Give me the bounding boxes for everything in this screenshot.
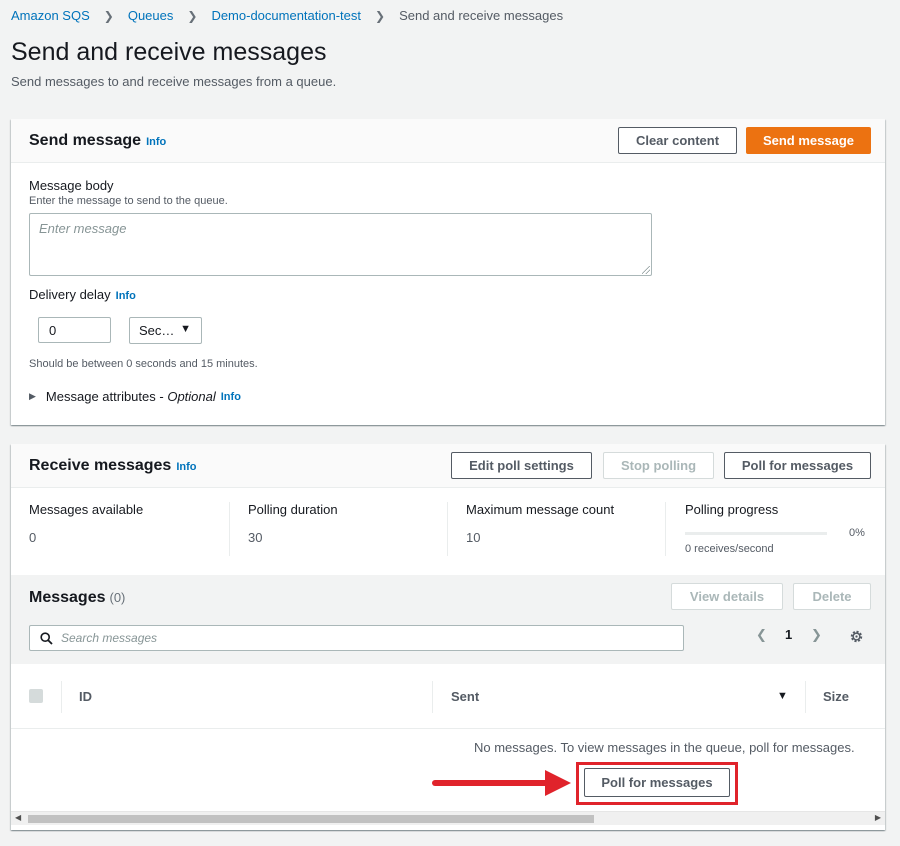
- horizontal-scrollbar[interactable]: ◀ ▶: [11, 811, 885, 825]
- settings-gear-icon[interactable]: [849, 629, 864, 644]
- breadcrumb-queues[interactable]: Queues: [128, 8, 174, 23]
- metric-value: 10: [466, 530, 481, 545]
- delivery-delay-unit-select[interactable]: Sec… ▼: [129, 317, 202, 344]
- annotation-arrow: [432, 780, 552, 786]
- delivery-delay-hint: Should be between 0 seconds and 15 minut…: [29, 358, 258, 370]
- column-divider: [61, 681, 62, 713]
- message-body-textarea[interactable]: Enter message: [29, 213, 652, 276]
- metric-value: 0: [29, 530, 37, 545]
- breadcrumb-queue-name[interactable]: Demo-documentation-test: [211, 8, 361, 23]
- delivery-delay-label: Delivery delay Info: [29, 287, 136, 302]
- breadcrumb-current: Send and receive messages: [399, 8, 564, 23]
- delivery-delay-info-link[interactable]: Info: [116, 290, 136, 302]
- send-message-button[interactable]: Send message: [746, 127, 871, 154]
- clear-content-button[interactable]: Clear content: [618, 127, 737, 154]
- divider: [229, 502, 230, 556]
- receive-messages-title: Receive messages Info: [29, 457, 197, 475]
- message-body-label: Message body: [29, 178, 114, 193]
- message-attributes-label: Message attributes -: [45, 389, 164, 404]
- search-icon: [40, 632, 53, 645]
- caret-down-icon: ▼: [180, 323, 191, 335]
- message-body-hint: Enter the message to send to the queue.: [29, 195, 228, 207]
- scroll-left-icon[interactable]: ◀: [15, 813, 21, 822]
- column-divider: [432, 681, 433, 713]
- pagination-prev-icon[interactable]: ❮: [756, 627, 767, 643]
- metric-label: Polling progress: [685, 502, 779, 517]
- message-body-placeholder: Enter message: [39, 221, 127, 236]
- chevron-right-icon: ❯: [187, 8, 198, 23]
- stop-polling-button[interactable]: Stop polling: [603, 452, 714, 479]
- polling-progress-rate: 0 receives/second: [685, 543, 774, 555]
- search-messages-input[interactable]: Search messages: [29, 625, 684, 651]
- receive-messages-title-text: Receive messages: [29, 457, 172, 474]
- message-attributes-optional: Optional: [167, 389, 216, 404]
- messages-title-text: Messages: [29, 589, 106, 606]
- polling-progress-percent: 0%: [849, 527, 865, 539]
- metric-value: 30: [248, 530, 263, 545]
- send-message-title-text: Send message: [29, 132, 142, 149]
- metric-label: Polling duration: [248, 502, 338, 517]
- metric-polling-progress: Polling progress: [685, 502, 778, 517]
- column-header-size[interactable]: Size: [823, 689, 849, 704]
- sort-descending-icon[interactable]: ▼: [777, 690, 788, 702]
- pagination-current-page[interactable]: 1: [785, 627, 792, 642]
- select-all-checkbox[interactable]: [29, 689, 43, 703]
- chevron-right-icon: ❯: [375, 8, 386, 23]
- messages-title: Messages (0): [29, 589, 125, 607]
- metric-max-message-count: Maximum message count 10: [466, 502, 614, 545]
- delivery-delay-label-text: Delivery delay: [29, 287, 111, 302]
- polling-progress-bar: [685, 532, 827, 535]
- search-messages-placeholder: Search messages: [61, 631, 158, 645]
- page-description: Send messages to and receive messages fr…: [11, 74, 337, 89]
- breadcrumb: Amazon SQS ❯ Queues ❯ Demo-documentation…: [11, 8, 563, 23]
- metric-polling-duration: Polling duration 30: [248, 502, 338, 545]
- metric-label: Maximum message count: [466, 502, 615, 517]
- breadcrumb-amazon-sqs[interactable]: Amazon SQS: [11, 8, 90, 23]
- caret-right-icon: ▶: [29, 391, 36, 401]
- column-divider: [805, 681, 806, 713]
- divider: [447, 502, 448, 556]
- message-attributes-expander[interactable]: ▶ Message attributes - Optional Info: [29, 389, 241, 404]
- send-message-header: Send message Info Clear content Send mess…: [11, 119, 885, 163]
- delete-button[interactable]: Delete: [793, 583, 871, 610]
- send-message-title: Send message Info: [29, 132, 166, 150]
- delivery-delay-input[interactable]: 0: [38, 317, 111, 343]
- send-message-panel: Send message Info Clear content Send mess…: [11, 119, 885, 425]
- metric-messages-available: Messages available 0: [29, 502, 143, 545]
- messages-table-header: ID Sent ▼ Size: [11, 665, 885, 729]
- receive-messages-panel: Receive messages Info Edit poll settings …: [11, 444, 885, 830]
- message-attributes-info-link[interactable]: Info: [221, 391, 241, 403]
- resize-handle-icon[interactable]: [642, 266, 650, 274]
- receive-messages-info-link[interactable]: Info: [176, 461, 196, 473]
- poll-for-messages-button[interactable]: Poll for messages: [724, 452, 871, 479]
- column-header-sent[interactable]: Sent: [451, 689, 479, 704]
- empty-state-text: No messages. To view messages in the que…: [474, 740, 855, 755]
- messages-count: (0): [109, 590, 126, 605]
- edit-poll-settings-button[interactable]: Edit poll settings: [451, 452, 592, 479]
- receive-messages-header: Receive messages Info Edit poll settings …: [11, 444, 885, 488]
- scroll-right-icon[interactable]: ▶: [875, 813, 881, 822]
- metric-label: Messages available: [29, 502, 144, 517]
- divider: [665, 502, 666, 556]
- arrow-right-icon: [545, 770, 571, 796]
- page-title: Send and receive messages: [11, 38, 327, 66]
- scrollbar-thumb[interactable]: [28, 815, 594, 823]
- send-message-info-link[interactable]: Info: [146, 136, 166, 148]
- chevron-right-icon: ❯: [103, 8, 114, 23]
- pagination-next-icon[interactable]: ❯: [811, 627, 822, 643]
- empty-state-poll-button[interactable]: Poll for messages: [584, 768, 730, 797]
- column-header-id[interactable]: ID: [79, 689, 92, 704]
- delivery-delay-unit-value: Sec…: [139, 323, 175, 338]
- view-details-button[interactable]: View details: [671, 583, 783, 610]
